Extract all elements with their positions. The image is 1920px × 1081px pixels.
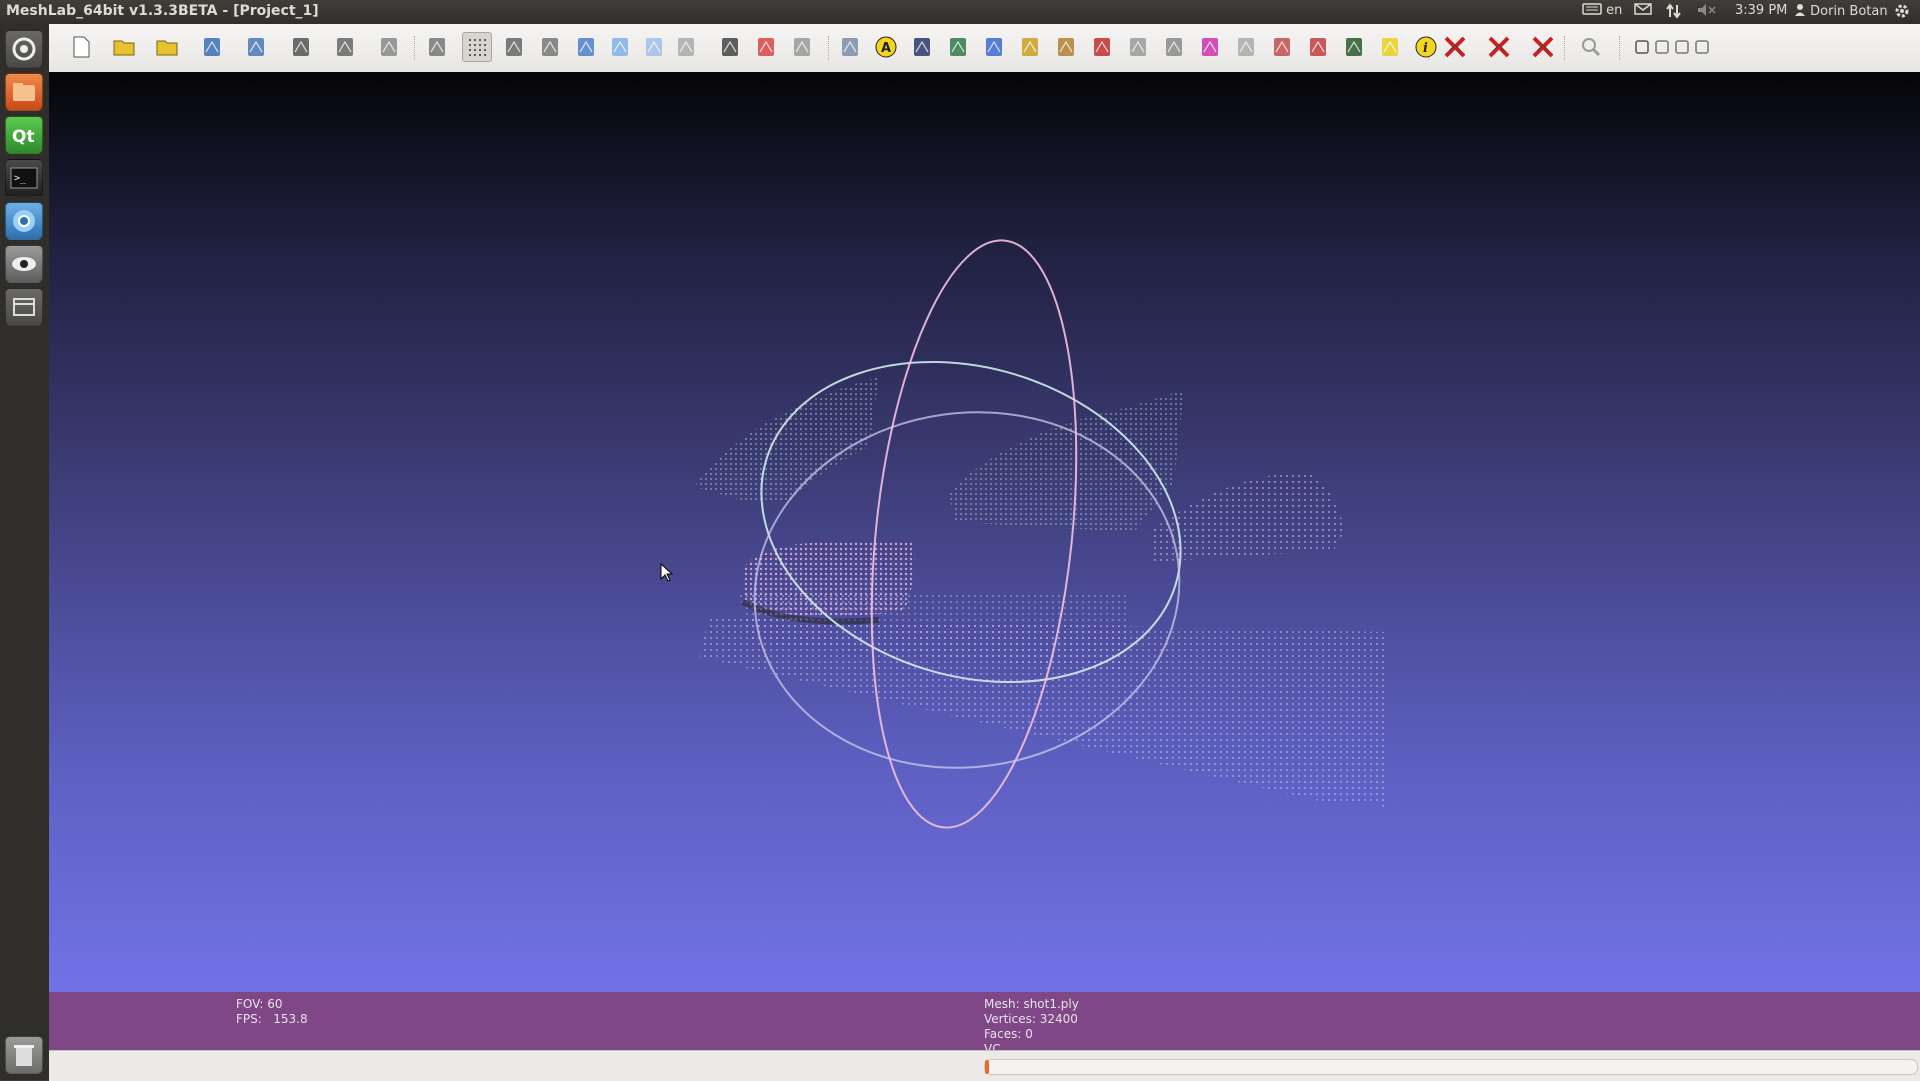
point-cloud-render[interactable] <box>49 72 1920 992</box>
zoom-icon[interactable] <box>1576 32 1606 62</box>
save-snapshot-icon[interactable] <box>241 32 271 62</box>
window-minimize-icon[interactable] <box>1653 38 1671 56</box>
render-hidden-lines-icon[interactable] <box>535 32 565 62</box>
delete-selected-icon[interactable] <box>1440 32 1470 62</box>
annotation-icon[interactable]: A <box>871 32 901 62</box>
chromium-icon[interactable] <box>5 202 43 240</box>
texture-icon[interactable] <box>1375 32 1405 62</box>
render-flat-icon[interactable] <box>571 32 601 62</box>
toolbar-separator <box>1619 36 1622 60</box>
unity-launcher: Qt >_ <box>0 24 50 1080</box>
pickpoints-icon[interactable] <box>1087 32 1117 62</box>
measure-icon[interactable] <box>979 32 1009 62</box>
point-cloud-object-left <box>694 377 879 502</box>
faces-count-label: Faces: 0 <box>984 1027 1033 1041</box>
svg-text:>_: >_ <box>14 173 27 184</box>
delete-vertices-icon[interactable] <box>1528 32 1558 62</box>
main-toolbar: Ai <box>49 24 1920 73</box>
toolbar-separator <box>828 36 831 60</box>
files-icon[interactable] <box>5 73 43 111</box>
terminal-icon[interactable]: >_ <box>5 159 43 197</box>
user-menu[interactable]: Dorin Botan <box>1794 3 1888 19</box>
render-points-icon[interactable] <box>462 32 492 62</box>
user-name: Dorin Botan <box>1810 4 1888 19</box>
fps-label: FPS: 153.8 <box>236 1012 308 1026</box>
filter-icon[interactable] <box>374 32 404 62</box>
reference-icon[interactable] <box>1303 32 1333 62</box>
select-connected-icon[interactable] <box>1195 32 1225 62</box>
volume-muted-icon[interactable] <box>1697 3 1717 21</box>
dash-home-icon[interactable] <box>5 30 43 68</box>
keyboard-indicator[interactable]: en <box>1582 3 1622 18</box>
progress-bar <box>984 1059 1918 1075</box>
double-side-icon[interactable] <box>787 32 817 62</box>
user-icon <box>1795 4 1805 16</box>
render-wireframe-icon[interactable] <box>499 32 529 62</box>
select-region-icon[interactable] <box>1231 32 1261 62</box>
mesh-name-label: Mesh: shot1.ply <box>984 997 1079 1011</box>
trackball-ring-vertical <box>870 239 1078 829</box>
network-icon[interactable] <box>1666 3 1682 23</box>
status-bar <box>49 1050 1920 1081</box>
backface-icon[interactable] <box>751 32 781 62</box>
info-icon[interactable]: i <box>1411 32 1441 62</box>
mail-icon[interactable] <box>1634 3 1652 19</box>
render-smooth-icon[interactable] <box>639 32 669 62</box>
brush-icon[interactable] <box>1051 32 1081 62</box>
alignment-icon[interactable] <box>907 32 937 62</box>
point-cloud-object-pink <box>743 542 916 620</box>
svg-text:A: A <box>881 41 891 56</box>
window-close-icon[interactable] <box>1693 38 1711 56</box>
workspace-switcher-icon[interactable] <box>5 288 43 326</box>
mouse-cursor-icon <box>660 562 674 582</box>
meshlab-icon[interactable] <box>5 245 43 283</box>
edit-icon[interactable] <box>1339 32 1369 62</box>
svg-text:i: i <box>1423 41 1428 56</box>
keyboard-icon <box>1582 3 1602 15</box>
select-vertexes-icon[interactable] <box>1123 32 1153 62</box>
trash-icon[interactable] <box>5 1036 43 1074</box>
bounding-box-icon[interactable] <box>422 32 452 62</box>
new-project-icon[interactable] <box>66 32 96 62</box>
mesh-info-bar: FOV: 60 FPS: 153.8 Mesh: shot1.ply Verti… <box>49 992 1920 1056</box>
reload-icon[interactable] <box>197 32 227 62</box>
select-faces-icon[interactable] <box>1159 32 1189 62</box>
light-icon[interactable] <box>715 32 745 62</box>
manipulate-icon[interactable] <box>1267 32 1297 62</box>
render-flat-lines-icon[interactable] <box>605 32 635 62</box>
fov-label: FOV: 60 <box>236 997 283 1011</box>
window-title: MeshLab_64bit v1.3.3BETA - [Project_1] <box>6 3 319 19</box>
point-cloud-object-right <box>1149 472 1344 562</box>
top-panel: MeshLab_64bit v1.3.3BETA - [Project_1] e… <box>0 0 1920 24</box>
vertices-count-label: Vertices: 32400 <box>984 1012 1078 1026</box>
svg-text:Qt: Qt <box>12 127 35 147</box>
window-restore-icon[interactable] <box>1673 38 1691 56</box>
settings-gear-icon[interactable] <box>1894 3 1910 23</box>
snapshot-camera-icon[interactable] <box>286 32 316 62</box>
layers-icon[interactable] <box>330 32 360 62</box>
toolbar-separator <box>414 36 417 60</box>
window-eye-icon[interactable] <box>1633 38 1651 56</box>
keyboard-layout-label: en <box>1606 3 1623 18</box>
qt-creator-icon[interactable]: Qt <box>5 116 43 154</box>
paint-icon[interactable] <box>1015 32 1045 62</box>
open-mesh-icon[interactable] <box>153 32 183 62</box>
3d-viewport[interactable] <box>49 72 1920 992</box>
render-texture-icon[interactable] <box>671 32 701 62</box>
trackball-icon[interactable] <box>835 32 865 62</box>
quality-icon[interactable] <box>943 32 973 62</box>
progress-fill <box>985 1060 989 1074</box>
delete-faces-icon[interactable] <box>1484 32 1514 62</box>
open-project-icon[interactable] <box>110 32 140 62</box>
clock[interactable]: 3:39 PM <box>1735 3 1787 18</box>
toolbar-separator <box>1564 36 1567 60</box>
